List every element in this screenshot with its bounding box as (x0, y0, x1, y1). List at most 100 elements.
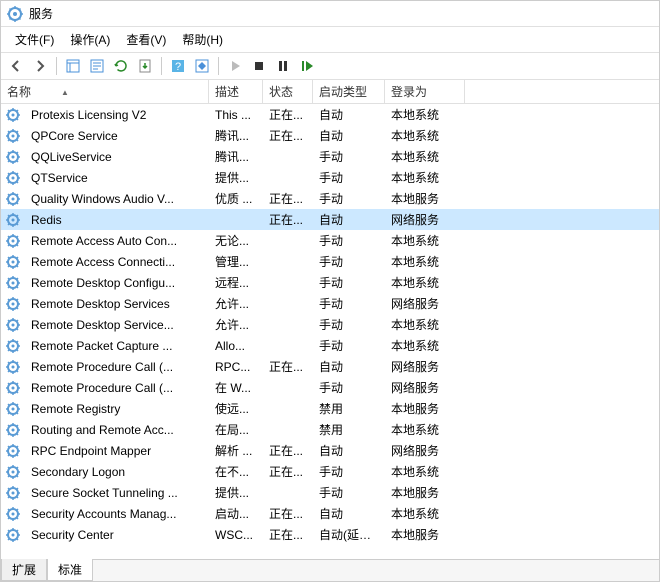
service-row[interactable]: Remote Desktop Service...允许...手动本地系统 (1, 314, 659, 335)
service-name: Security Accounts Manag... (25, 505, 209, 523)
service-row[interactable]: Security Accounts Manag...启动...正在...自动本地… (1, 503, 659, 524)
pause-service-button[interactable] (272, 55, 294, 77)
service-description: 允许... (209, 314, 263, 335)
menu-file[interactable]: 文件(F) (7, 29, 62, 50)
service-logon-as: 网络服务 (385, 293, 465, 314)
service-row[interactable]: Secondary Logon在不...正在...手动本地系统 (1, 461, 659, 482)
refresh-button[interactable] (110, 55, 132, 77)
services-window: 服务 文件(F) 操作(A) 查看(V) 帮助(H) ? 名称 ▲ 描述 状态 启… (0, 0, 660, 582)
service-row[interactable]: Secure Socket Tunneling ...提供...手动本地服务 (1, 482, 659, 503)
service-logon-as: 本地系统 (385, 335, 465, 356)
service-logon-as: 本地服务 (385, 524, 465, 545)
service-description: 允许... (209, 293, 263, 314)
service-startup-type: 自动 (313, 440, 385, 461)
service-row[interactable]: QQLiveService腾讯...手动本地系统 (1, 146, 659, 167)
options-button[interactable] (191, 55, 213, 77)
service-gear-icon (5, 149, 21, 165)
export-button[interactable] (134, 55, 156, 77)
service-row[interactable]: Protexis Licensing V2This ...正在...自动本地系统 (1, 104, 659, 125)
tab-standard[interactable]: 标准 (47, 559, 93, 581)
service-name: RPC Endpoint Mapper (25, 442, 209, 460)
service-startup-type: 手动 (313, 293, 385, 314)
service-row[interactable]: Security CenterWSC...正在...自动(延迟...本地服务 (1, 524, 659, 545)
service-row[interactable]: QPCore Service腾讯...正在...自动本地系统 (1, 125, 659, 146)
sort-indicator-icon: ▲ (61, 88, 69, 97)
service-status (263, 155, 313, 159)
tab-strip: 扩展 标准 (1, 559, 659, 581)
window-title: 服务 (29, 5, 53, 22)
column-status[interactable]: 状态 (263, 79, 313, 104)
service-description: 提供... (209, 482, 263, 503)
back-button[interactable] (5, 55, 27, 77)
service-startup-type: 手动 (313, 230, 385, 251)
service-description: RPC... (209, 358, 263, 376)
service-gear-icon (5, 107, 21, 123)
service-description: 在不... (209, 461, 263, 482)
service-name: Remote Access Connecti... (25, 253, 209, 271)
service-logon-as: 本地系统 (385, 230, 465, 251)
service-logon-as: 本地系统 (385, 146, 465, 167)
toolbar-separator (218, 57, 219, 75)
service-logon-as: 网络服务 (385, 377, 465, 398)
service-startup-type: 手动 (313, 272, 385, 293)
help-button[interactable]: ? (167, 55, 189, 77)
service-startup-type: 手动 (313, 146, 385, 167)
service-logon-as: 本地系统 (385, 314, 465, 335)
service-name: Secondary Logon (25, 463, 209, 481)
service-logon-as: 本地系统 (385, 251, 465, 272)
service-row[interactable]: Remote Access Auto Con...无论...手动本地系统 (1, 230, 659, 251)
service-gear-icon (5, 359, 21, 375)
column-name[interactable]: 名称 ▲ (1, 79, 209, 104)
service-logon-as: 本地服务 (385, 398, 465, 419)
properties-button[interactable] (86, 55, 108, 77)
tab-extended[interactable]: 扩展 (1, 559, 47, 581)
service-status (263, 260, 313, 264)
service-status (263, 323, 313, 327)
column-description[interactable]: 描述 (209, 79, 263, 104)
service-startup-type: 手动 (313, 461, 385, 482)
service-description: 在局... (209, 419, 263, 440)
service-gear-icon (5, 317, 21, 333)
service-row[interactable]: Remote Desktop Configu...远程...手动本地系统 (1, 272, 659, 293)
service-name: Protexis Licensing V2 (25, 106, 209, 124)
service-row[interactable]: Remote Access Connecti...管理...手动本地系统 (1, 251, 659, 272)
stop-service-button[interactable] (248, 55, 270, 77)
column-logon-as[interactable]: 登录为 (385, 79, 465, 104)
svg-text:?: ? (175, 61, 181, 73)
service-description: WSC... (209, 526, 263, 544)
menu-action[interactable]: 操作(A) (62, 29, 118, 50)
service-gear-icon (5, 401, 21, 417)
service-startup-type: 自动 (313, 125, 385, 146)
service-row[interactable]: QTService提供...手动本地系统 (1, 167, 659, 188)
service-row[interactable]: Remote Procedure Call (...在 W...手动网络服务 (1, 377, 659, 398)
service-gear-icon (5, 296, 21, 312)
menu-help[interactable]: 帮助(H) (174, 29, 231, 50)
menu-view[interactable]: 查看(V) (118, 29, 174, 50)
service-row[interactable]: RPC Endpoint Mapper解析 ...正在...自动网络服务 (1, 440, 659, 461)
service-description: 优质 ... (209, 188, 263, 209)
service-row[interactable]: Quality Windows Audio V...优质 ...正在...手动本… (1, 188, 659, 209)
service-row[interactable]: Routing and Remote Acc...在局...禁用本地系统 (1, 419, 659, 440)
show-hide-tree-button[interactable] (62, 55, 84, 77)
start-service-button[interactable] (224, 55, 246, 77)
column-startup-type[interactable]: 启动类型 (313, 79, 385, 104)
service-logon-as: 本地系统 (385, 461, 465, 482)
service-row[interactable]: Remote Procedure Call (...RPC...正在...自动网… (1, 356, 659, 377)
service-row[interactable]: Remote Desktop Services允许...手动网络服务 (1, 293, 659, 314)
service-row[interactable]: Remote Registry使远...禁用本地服务 (1, 398, 659, 419)
service-logon-as: 网络服务 (385, 356, 465, 377)
service-name: Remote Packet Capture ... (25, 337, 209, 355)
service-row[interactable]: Remote Packet Capture ...Allo...手动本地系统 (1, 335, 659, 356)
service-description: 使远... (209, 398, 263, 419)
forward-button[interactable] (29, 55, 51, 77)
service-row[interactable]: Redis正在...自动网络服务 (1, 209, 659, 230)
service-name: QTService (25, 169, 209, 187)
column-name-label: 名称 (7, 85, 31, 99)
service-startup-type: 自动 (313, 209, 385, 230)
service-logon-as: 本地系统 (385, 125, 465, 146)
service-startup-type: 禁用 (313, 419, 385, 440)
services-list[interactable]: Protexis Licensing V2This ...正在...自动本地系统… (1, 104, 659, 559)
service-status (263, 302, 313, 306)
restart-service-button[interactable] (296, 55, 318, 77)
service-status: 正在... (263, 209, 313, 230)
